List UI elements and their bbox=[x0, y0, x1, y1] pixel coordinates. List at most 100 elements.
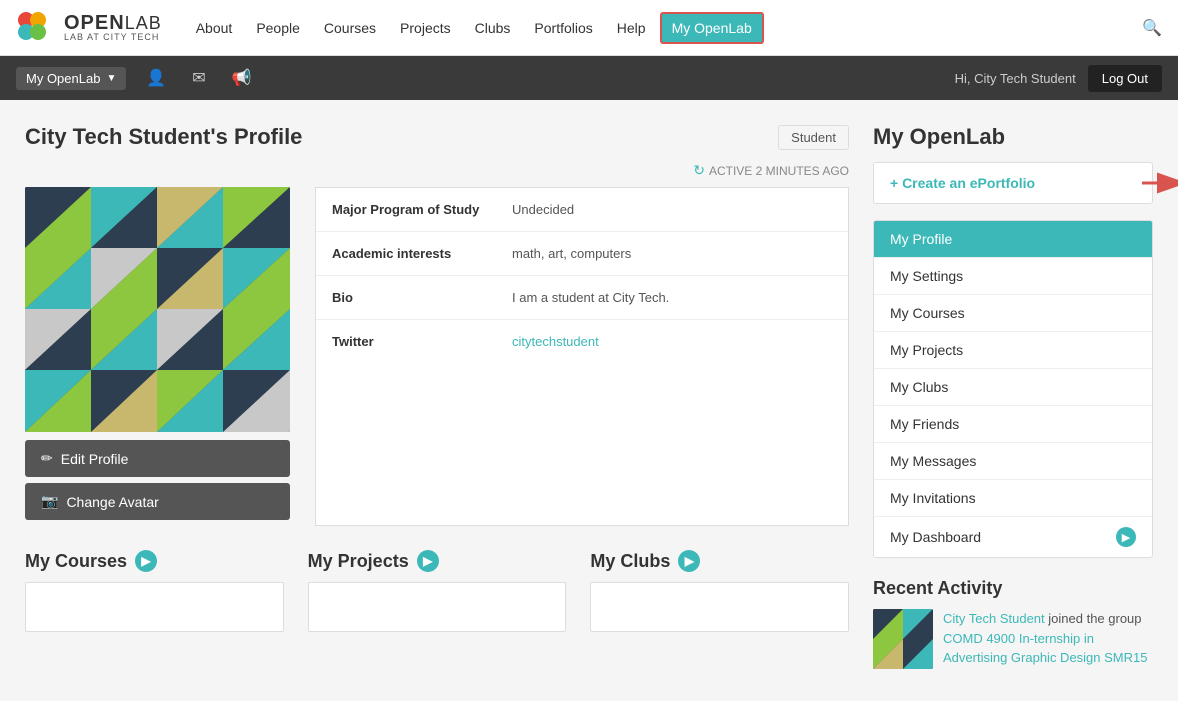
megaphone-icon[interactable]: 📢 bbox=[224, 64, 260, 92]
my-openlab-dropdown[interactable]: My OpenLab ▼ bbox=[16, 67, 126, 90]
sidebar-item-my-dashboard[interactable]: My Dashboard ▶ bbox=[874, 517, 1152, 557]
activity-thumbnail bbox=[873, 609, 933, 669]
my-courses-box bbox=[25, 582, 284, 632]
page-content: City Tech Student's Profile Student ↻ AC… bbox=[9, 100, 1169, 693]
sidebar-item-my-profile[interactable]: My Profile bbox=[874, 221, 1152, 258]
field-label-twitter: Twitter bbox=[332, 334, 512, 349]
sidebar-item-my-invitations[interactable]: My Invitations bbox=[874, 480, 1152, 517]
nav-people[interactable]: People bbox=[246, 14, 310, 42]
activity-group-link[interactable]: COMD 4900 In-ternship in Advertising Gra… bbox=[943, 631, 1147, 666]
top-nav: OPENLAB LAB AT CITY TECH About People Co… bbox=[0, 0, 1178, 56]
search-icon[interactable]: 🔍 bbox=[1142, 18, 1162, 38]
nav-clubs[interactable]: Clubs bbox=[465, 14, 521, 42]
my-projects-arrow-icon[interactable]: ▶ bbox=[417, 550, 439, 572]
my-projects-title: My Projects ▶ bbox=[308, 550, 567, 572]
activity-thumb-image bbox=[873, 609, 933, 669]
greeting-text: Hi, City Tech Student bbox=[955, 71, 1076, 86]
my-clubs-arrow-icon[interactable]: ▶ bbox=[678, 550, 700, 572]
sidebar-item-label: My Clubs bbox=[890, 379, 948, 395]
sidebar-title: My OpenLab bbox=[873, 124, 1153, 150]
edit-profile-label: Edit Profile bbox=[61, 451, 129, 467]
sidebar-item-my-messages[interactable]: My Messages bbox=[874, 443, 1152, 480]
sidebar-item-label: My Messages bbox=[890, 453, 976, 469]
my-courses-arrow-icon[interactable]: ▶ bbox=[135, 550, 157, 572]
sidebar-item-label: My Dashboard bbox=[890, 529, 981, 545]
profile-header: City Tech Student's Profile Student bbox=[25, 124, 849, 150]
avatar bbox=[25, 187, 290, 432]
field-value-major: Undecided bbox=[512, 202, 574, 217]
sidebar-item-label: My Profile bbox=[890, 231, 952, 247]
nav-help[interactable]: Help bbox=[607, 14, 656, 42]
main-content: City Tech Student's Profile Student ↻ AC… bbox=[25, 124, 849, 669]
page-title: City Tech Student's Profile bbox=[25, 124, 302, 150]
sidebar-item-label: My Settings bbox=[890, 268, 963, 284]
my-projects-label: My Projects bbox=[308, 551, 409, 572]
sidebar-item-label: My Friends bbox=[890, 416, 959, 432]
field-label-major: Major Program of Study bbox=[332, 202, 512, 217]
my-clubs-label: My Clubs bbox=[590, 551, 670, 572]
main-nav: About People Courses Projects Clubs Port… bbox=[186, 12, 1142, 44]
active-status-text: ACTIVE 2 MINUTES AGO bbox=[709, 164, 849, 178]
field-value-twitter: citytechstudent bbox=[512, 334, 599, 349]
sidebar-item-my-projects[interactable]: My Projects bbox=[874, 332, 1152, 369]
nav-projects[interactable]: Projects bbox=[390, 14, 461, 42]
logo-open: OPENLAB bbox=[64, 13, 162, 33]
sidebar-item-my-courses[interactable]: My Courses bbox=[874, 295, 1152, 332]
sidebar-menu: My Profile My Settings My Courses My Pro… bbox=[873, 220, 1153, 558]
red-arrow-icon bbox=[1142, 168, 1178, 198]
my-projects-section: My Projects ▶ bbox=[308, 550, 567, 632]
secondary-nav-right: Hi, City Tech Student Log Out bbox=[955, 65, 1162, 92]
my-courses-title: My Courses ▶ bbox=[25, 550, 284, 572]
sidebar-item-my-clubs[interactable]: My Clubs bbox=[874, 369, 1152, 406]
my-clubs-section: My Clubs ▶ bbox=[590, 550, 849, 632]
sidebar-item-my-friends[interactable]: My Friends bbox=[874, 406, 1152, 443]
nav-courses[interactable]: Courses bbox=[314, 14, 386, 42]
sidebar-item-label: My Projects bbox=[890, 342, 963, 358]
profile-fields: Major Program of Study Undecided Academi… bbox=[315, 187, 849, 526]
field-label-interests: Academic interests bbox=[332, 246, 512, 261]
pencil-icon: ✏ bbox=[41, 450, 53, 467]
field-label-bio: Bio bbox=[332, 290, 512, 305]
active-status: ↻ ACTIVE 2 MINUTES AGO bbox=[25, 162, 849, 179]
activity-item: City Tech Student joined the group COMD … bbox=[873, 609, 1153, 669]
profile-area: ✏ Edit Profile 📷 Change Avatar Major Pro… bbox=[25, 187, 849, 526]
field-twitter: Twitter citytechstudent bbox=[316, 320, 848, 363]
field-value-interests: math, art, computers bbox=[512, 246, 631, 261]
sidebar-item-label: My Courses bbox=[890, 305, 965, 321]
my-clubs-title: My Clubs ▶ bbox=[590, 550, 849, 572]
create-eportfolio-section: + Create an ePortfolio bbox=[873, 162, 1153, 204]
field-major: Major Program of Study Undecided bbox=[316, 188, 848, 232]
dropdown-arrow-icon: ▼ bbox=[106, 73, 116, 84]
activity-user-link[interactable]: City Tech Student bbox=[943, 611, 1045, 626]
logo-text: OPENLAB LAB AT CITY TECH bbox=[64, 13, 162, 42]
secondary-nav-icons: 👤 ✉ 📢 bbox=[138, 64, 259, 92]
mail-icon[interactable]: ✉ bbox=[184, 64, 213, 92]
nav-about[interactable]: About bbox=[186, 14, 243, 42]
logo[interactable]: OPENLAB LAB AT CITY TECH bbox=[16, 8, 162, 48]
my-courses-section: My Courses ▶ bbox=[25, 550, 284, 632]
avatar-section: ✏ Edit Profile 📷 Change Avatar bbox=[25, 187, 315, 526]
sidebar-item-my-settings[interactable]: My Settings bbox=[874, 258, 1152, 295]
camera-icon: 📷 bbox=[41, 493, 58, 510]
change-avatar-button[interactable]: 📷 Change Avatar bbox=[25, 483, 290, 520]
activity-text: City Tech Student joined the group COMD … bbox=[943, 609, 1153, 668]
user-icon[interactable]: 👤 bbox=[138, 64, 174, 92]
edit-profile-button[interactable]: ✏ Edit Profile bbox=[25, 440, 290, 477]
bottom-sections: My Courses ▶ My Projects ▶ My Clubs ▶ bbox=[25, 550, 849, 632]
field-value-bio: I am a student at City Tech. bbox=[512, 290, 669, 305]
logout-button[interactable]: Log Out bbox=[1088, 65, 1162, 92]
nav-myopenlab[interactable]: My OpenLab bbox=[660, 12, 764, 44]
dropdown-label: My OpenLab bbox=[26, 71, 100, 86]
create-eportfolio-link[interactable]: + Create an ePortfolio bbox=[890, 175, 1035, 191]
field-bio: Bio I am a student at City Tech. bbox=[316, 276, 848, 320]
student-badge: Student bbox=[778, 125, 849, 150]
nav-portfolios[interactable]: Portfolios bbox=[524, 14, 602, 42]
avatar-image bbox=[25, 187, 290, 432]
my-projects-box bbox=[308, 582, 567, 632]
twitter-link[interactable]: citytechstudent bbox=[512, 334, 599, 349]
active-dot-icon: ↻ bbox=[693, 162, 705, 179]
change-avatar-label: Change Avatar bbox=[66, 494, 158, 510]
my-courses-label: My Courses bbox=[25, 551, 127, 572]
recent-activity-title: Recent Activity bbox=[873, 578, 1153, 599]
sidebar: My OpenLab + Create an ePortfolio My Pro… bbox=[873, 124, 1153, 669]
